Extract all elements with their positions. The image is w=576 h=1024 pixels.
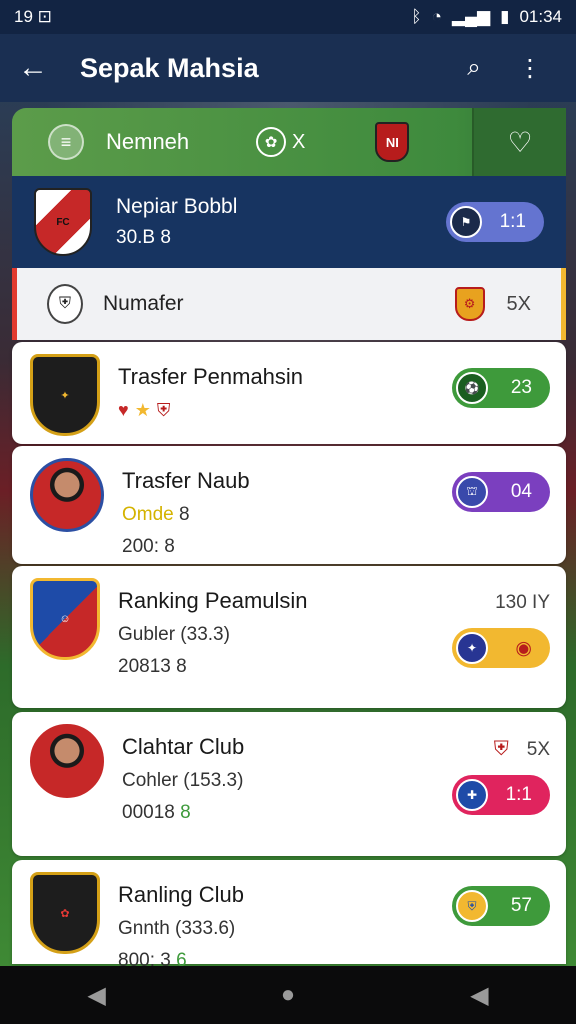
mini-crest-icon: ⚙ — [454, 287, 485, 321]
badge-row: ♥ ★ ⛨ — [118, 400, 452, 421]
status-bar: 19 ⊡ ᛒ ◔ ▂▄▆ ▮ 01:34 — [0, 0, 576, 34]
tab-mark: X — [292, 130, 306, 153]
list-item[interactable]: ✿ Ranling Club Gnnth (333.6) 800: 3 6 ⛨ … — [12, 860, 566, 971]
item-line1: Gnnth (333.6) — [118, 918, 236, 939]
item-line-value: 8 — [179, 504, 190, 525]
star-icon: ★ — [134, 400, 151, 420]
score-pill[interactable]: ⛫ 04 — [452, 472, 550, 512]
team-badge-icon: ⚑ — [450, 206, 482, 238]
tab-active[interactable]: Nemneh — [106, 129, 256, 155]
team-badge-icon: ⛨ — [456, 890, 488, 922]
item-title: Ranking Peamulsin — [118, 588, 308, 613]
bluetooth-icon: ᛒ — [411, 7, 422, 26]
favorite-heart-icon[interactable]: ♡ — [472, 108, 566, 176]
item-line2: 20813 8 — [118, 656, 187, 677]
club-crest-icon: ✦ — [30, 354, 100, 436]
score-pill[interactable]: ⛨ 57 — [452, 886, 550, 926]
list-item[interactable]: Clahtar Club Cohler (153.3) 00018 8 ⛨ 5X… — [12, 712, 566, 856]
item-line: Omde 8 — [122, 504, 452, 526]
app-bar: ← Sepak Mahsia ⌕ ⋮ — [0, 34, 576, 102]
item-title: Trasfer Penmahsin — [118, 364, 304, 389]
club-crest-icon: FC — [34, 188, 92, 256]
leaf-icon[interactable]: ✿ — [256, 127, 286, 157]
list-item[interactable]: ✦ Trasfer Penmahsin ♥ ★ ⛨ ⚽ 23 — [12, 342, 566, 444]
score-value: 1:1 — [499, 211, 526, 232]
section-header: ⛨ Numafer ⚙ 5X — [12, 268, 566, 340]
item-title: Ranling Club — [118, 882, 244, 907]
rival-crest-icon: ◉ — [515, 637, 532, 659]
nav-recents-icon[interactable]: ◀ — [470, 981, 488, 1010]
team-badge-icon: ✚ — [456, 779, 488, 811]
avatar — [30, 724, 104, 798]
item-line-value: 00018 — [122, 802, 175, 823]
menu-icon[interactable]: ≡ — [48, 124, 84, 160]
score-pill[interactable]: ⚽ 23 — [452, 368, 550, 408]
club-crest-icon: NI — [375, 122, 410, 162]
wifi-icon: ◔ — [431, 7, 442, 26]
featured-sub: 30.B 8 — [116, 227, 171, 248]
system-nav-bar: ◀ ● ◀ — [0, 966, 576, 1024]
score-value: 04 — [510, 481, 532, 502]
item-line1: Cohler (153.3) — [122, 770, 244, 791]
back-arrow-icon[interactable]: ← — [18, 51, 62, 85]
more-vert-icon[interactable]: ⋮ — [502, 54, 558, 83]
score-pill[interactable]: ✦ ◉ — [452, 628, 550, 668]
status-time-right: 01:34 — [519, 7, 562, 26]
mini-crest-icon: ⛨ — [493, 738, 509, 760]
status-time-left: 19 ⊡ — [14, 7, 52, 26]
club-crest-icon: ✿ — [30, 872, 100, 954]
club-crest-icon: ☺ — [30, 578, 100, 660]
section-mini: 5X — [506, 292, 531, 315]
item-line-accent: 8 — [180, 802, 191, 823]
avatar — [30, 458, 104, 532]
list-item[interactable]: ☺ Ranking Peamulsin Gubler (33.3) 20813 … — [12, 566, 566, 708]
team-badge-icon: ✦ — [456, 632, 488, 664]
nav-home-icon[interactable]: ● — [281, 981, 296, 1009]
item-line1: Gubler (33.3) — [118, 624, 230, 645]
score-pill[interactable]: ✚ 1:1 — [452, 775, 550, 815]
list-item[interactable]: Trasfer Naub Omde 8 200: 8 ⛫ 04 — [12, 446, 566, 564]
score-value: 23 — [510, 377, 532, 398]
item-tag: 130 IY — [495, 592, 550, 613]
item-tag: 5X — [526, 738, 550, 760]
featured-match[interactable]: FC Nepiar Bobbl 30.B 8 ⚑ 1:1 — [12, 176, 566, 268]
item-line-accent: Omde — [122, 504, 174, 525]
nav-back-icon[interactable]: ◀ — [87, 981, 105, 1010]
battery-icon: ▮ — [500, 7, 510, 26]
team-badge-icon: ⚽ — [456, 372, 488, 404]
search-icon[interactable]: ⌕ — [446, 54, 502, 82]
item-line2: 00018 8 — [122, 802, 452, 824]
score-value: 57 — [510, 895, 532, 916]
item-title: Trasfer Naub — [122, 468, 250, 493]
signal-icon: ▂▄▆ — [451, 7, 491, 26]
score-value: 1:1 — [505, 784, 532, 805]
page-title: Sepak Mahsia — [80, 52, 259, 83]
emblem-icon: ⛨ — [47, 284, 83, 324]
tab-row: ≡ Nemneh ✿ X NI ♡ — [12, 108, 566, 176]
maple-icon: ♥ — [118, 400, 129, 420]
item-line2: 200: 8 — [122, 536, 175, 557]
team-badge-icon: ⛫ — [456, 476, 488, 508]
score-pill[interactable]: ⚑ 1:1 — [446, 202, 544, 242]
section-label: Numafer — [103, 292, 184, 315]
featured-name: Nepiar Bobbl — [116, 195, 238, 218]
shield-icon: ⛨ — [156, 400, 171, 420]
item-title: Clahtar Club — [122, 734, 245, 759]
